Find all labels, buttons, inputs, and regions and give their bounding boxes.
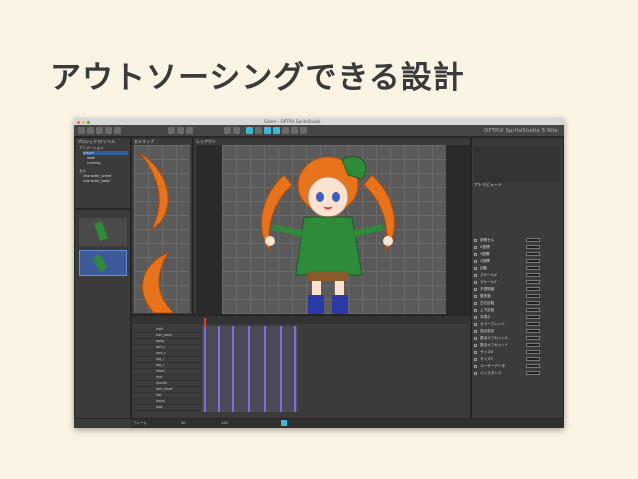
open-file-icon[interactable] (87, 127, 94, 134)
pivot-tool-icon[interactable] (282, 127, 289, 134)
app-window: Game – OPTPiX SpriteStudio OPTPiX Sprite… (74, 118, 564, 428)
cell-info-box (474, 146, 560, 182)
status-bar: フレーム 30 120 (131, 419, 564, 428)
scale-tool-icon[interactable] (273, 127, 280, 134)
zoom-out-icon[interactable] (177, 127, 184, 134)
attribute-panel: アトリビュート 参照セル X座標 Y座標 Z座標 回転 スケールX スケールY … (471, 137, 564, 419)
new-file-icon[interactable] (78, 127, 85, 134)
playhead[interactable] (204, 318, 206, 328)
redo-icon[interactable] (114, 127, 121, 134)
keyframe-area[interactable] (202, 326, 298, 412)
layout-panel: レイアウト (193, 137, 471, 315)
rotate-tool-icon[interactable] (264, 127, 271, 134)
cell-thumbnail-selected[interactable] (79, 250, 127, 276)
fps-value[interactable]: 30 (181, 421, 185, 425)
grid-toggle-icon[interactable] (291, 127, 298, 134)
cell-list-panel (74, 209, 131, 419)
tree-item-character-body[interactable]: character_body (83, 179, 110, 183)
end-frame-value[interactable]: 120 (221, 421, 228, 425)
tree-item-walk[interactable]: walk (87, 156, 95, 160)
tree-item-running[interactable]: running (87, 161, 101, 165)
zoom-in-icon[interactable] (168, 127, 175, 134)
brand-logo: OPTPiX SpriteStudio 5 Nile (484, 128, 558, 134)
cellmap-canvas[interactable] (134, 145, 190, 313)
tree-item-animation[interactable]: アニメーション (79, 146, 103, 150)
fit-icon[interactable] (186, 127, 193, 134)
layout-zoom-out-icon[interactable] (233, 127, 240, 134)
tree-item-character-sheet[interactable]: character_sheet (83, 174, 111, 178)
timeline-part[interactable]: foot (134, 404, 200, 411)
minimize-window-button[interactable] (82, 121, 85, 124)
cell-thumbnail[interactable] (79, 218, 127, 246)
select-tool-icon[interactable] (246, 127, 253, 134)
move-tool-icon[interactable] (255, 127, 262, 134)
frame-label: フレーム (133, 421, 147, 425)
hair-sprite-cells (139, 152, 175, 313)
project-panel: プロジェクト ファイル アニメーション player walk running … (74, 137, 131, 209)
undo-icon[interactable] (105, 127, 112, 134)
tree-item-player[interactable]: player (83, 151, 128, 155)
save-icon[interactable] (96, 127, 103, 134)
cellmap-panel: セルマップ (131, 137, 193, 315)
tab-project[interactable]: プロジェクト (77, 139, 101, 145)
tree-item-cell[interactable]: セル (79, 169, 86, 173)
tab-file[interactable]: ファイル (99, 139, 115, 145)
attribute-title: アトリビュート (474, 182, 502, 187)
window-title: Game – OPTPiX SpriteStudio (264, 119, 321, 124)
close-window-button[interactable] (77, 121, 80, 124)
layout-zoom-in-icon[interactable] (224, 127, 231, 134)
title-bar: Game – OPTPiX SpriteStudio (74, 118, 564, 125)
slide-title: アウトソーシングできる設計 (50, 60, 465, 96)
onion-skin-icon[interactable] (300, 127, 307, 134)
timeline-panel: root hair_back body arm_l arm_r leg_l le… (131, 315, 472, 419)
layout-canvas[interactable] (222, 145, 446, 314)
character-preview (261, 156, 395, 314)
timeline-toolbar (132, 316, 472, 324)
main-toolbar: OPTPiX SpriteStudio 5 Nile (74, 125, 564, 137)
play-button[interactable] (281, 420, 287, 426)
maximize-window-button[interactable] (87, 121, 90, 124)
